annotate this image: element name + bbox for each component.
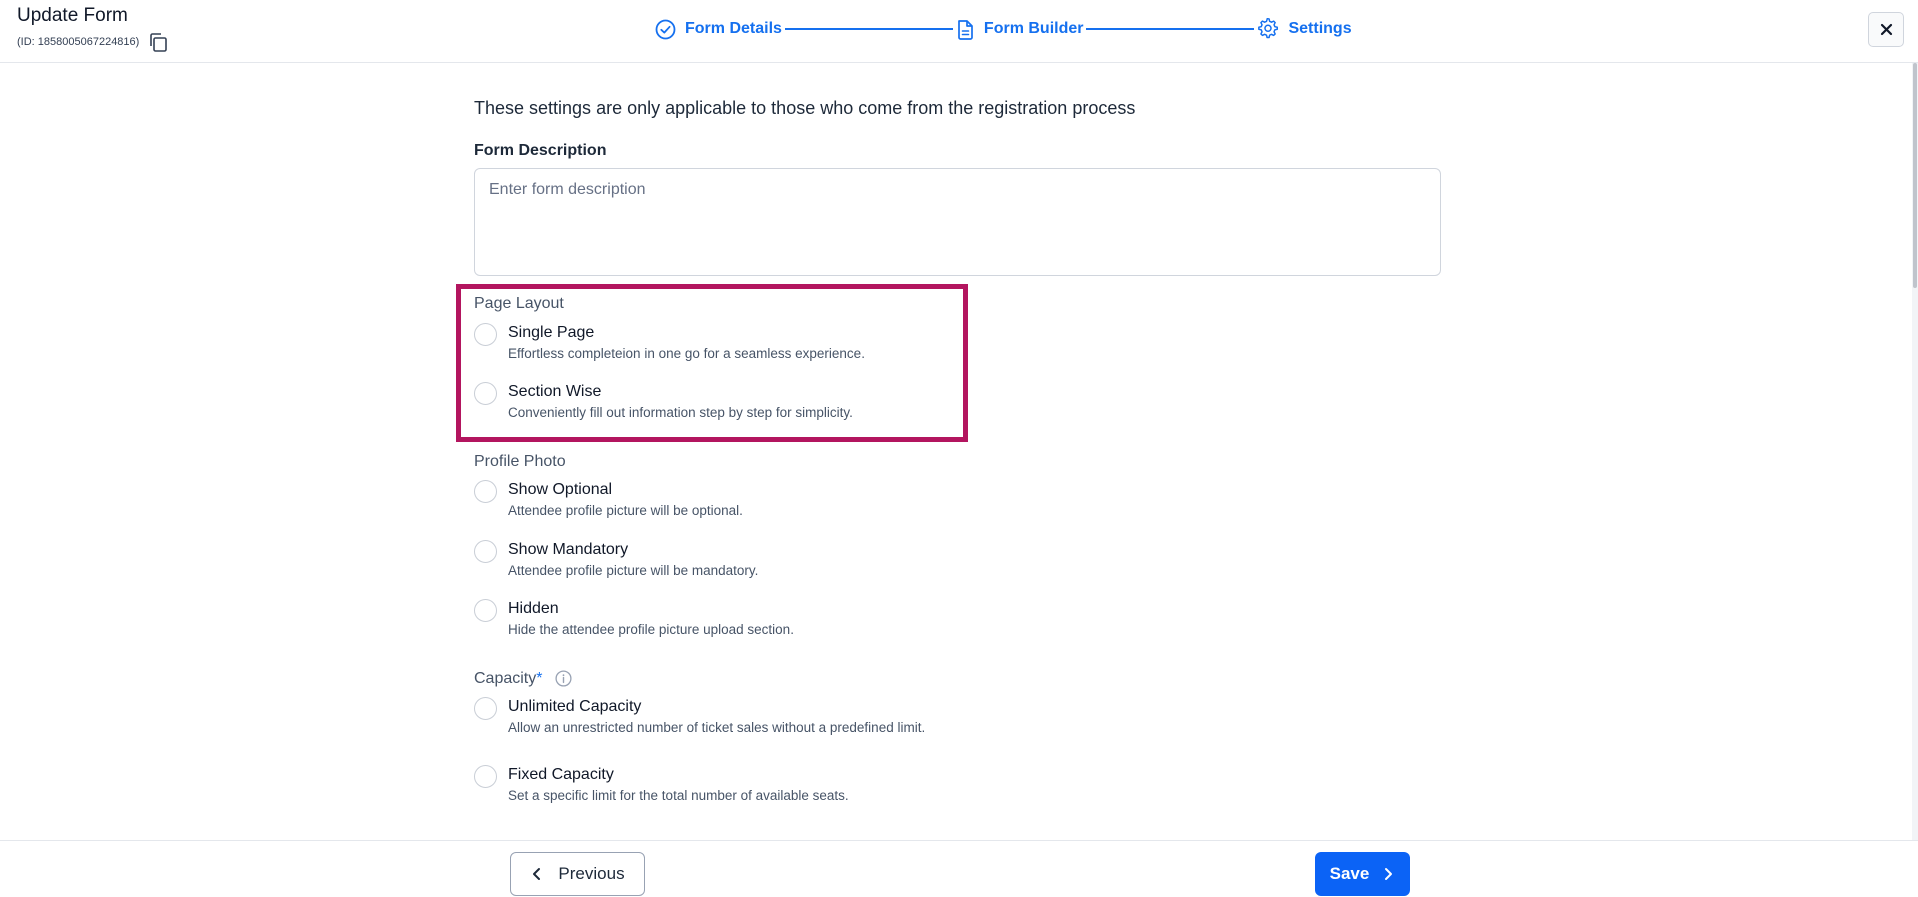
radio-fixed-capacity[interactable]: Fixed Capacity Set a specific limit for … — [474, 764, 849, 803]
page-title: Update Form — [17, 5, 128, 26]
radio-button[interactable] — [474, 323, 497, 346]
option-description: Conveniently fill out information step b… — [508, 405, 853, 420]
step-settings[interactable]: Settings — [1257, 18, 1352, 40]
step-label: Form Builder — [983, 20, 1084, 37]
gear-icon — [1258, 18, 1279, 39]
previous-button[interactable]: Previous — [510, 852, 645, 896]
capacity-label: Capacity* — [474, 670, 572, 688]
form-stepper: Form Details Form Builder Settings — [655, 15, 1352, 43]
chevron-right-icon — [1385, 868, 1393, 880]
option-title: Single Page — [508, 324, 595, 341]
content-scrollbar[interactable] — [1912, 63, 1918, 840]
option-description: Allow an unrestricted number of ticket s… — [508, 720, 926, 735]
info-icon[interactable] — [555, 670, 572, 687]
close-button[interactable] — [1868, 12, 1904, 47]
step-label: Form Details — [685, 20, 782, 37]
capacity-label-text: Capacity — [474, 670, 537, 687]
required-mark: * — [536, 670, 543, 687]
option-title: Show Optional — [508, 481, 613, 498]
radio-hidden[interactable]: Hidden Hide the attendee profile picture… — [474, 598, 794, 637]
document-icon — [958, 19, 973, 40]
form-id-row: (ID: 1858005067224816) — [17, 31, 170, 53]
settings-intro-text: These settings are only applicable to th… — [474, 98, 1136, 118]
scrollbar-thumb[interactable] — [1913, 63, 1917, 288]
radio-section-wise[interactable]: Section Wise Conveniently fill out infor… — [474, 381, 853, 420]
radio-button[interactable] — [474, 599, 497, 622]
radio-show-optional[interactable]: Show Optional Attendee profile picture w… — [474, 479, 743, 518]
form-id: (ID: 1858005067224816) — [17, 36, 140, 48]
radio-show-mandatory[interactable]: Show Mandatory Attendee profile picture … — [474, 539, 758, 578]
radio-button[interactable] — [474, 540, 497, 563]
save-label: Save — [1329, 864, 1370, 883]
radio-button[interactable] — [474, 382, 497, 405]
option-title: Fixed Capacity — [508, 766, 614, 783]
option-title: Section Wise — [508, 383, 602, 400]
radio-single-page[interactable]: Single Page Effortless completeion in on… — [474, 322, 865, 361]
profile-photo-label: Profile Photo — [474, 453, 566, 470]
option-description: Attendee profile picture will be optiona… — [508, 503, 743, 518]
radio-button[interactable] — [474, 765, 497, 788]
step-label: Settings — [1288, 20, 1352, 37]
option-title: Show Mandatory — [508, 541, 629, 558]
form-description-label: Form Description — [474, 142, 607, 159]
step-connector — [784, 28, 953, 30]
check-circle-icon — [655, 19, 676, 39]
option-description: Set a specific limit for the total numbe… — [508, 788, 849, 803]
step-connector — [1086, 28, 1255, 30]
option-title: Hidden — [508, 600, 559, 617]
radio-button[interactable] — [474, 697, 497, 720]
page-layout-label: Page Layout — [474, 295, 564, 312]
radio-button[interactable] — [474, 480, 497, 503]
form-description-input[interactable] — [474, 168, 1441, 276]
radio-unlimited-capacity[interactable]: Unlimited Capacity Allow an unrestricted… — [474, 696, 925, 735]
option-description: Hide the attendee profile picture upload… — [508, 622, 794, 637]
option-description: Attendee profile picture will be mandato… — [508, 563, 759, 578]
previous-label: Previous — [558, 864, 625, 883]
footer-bar: Previous Save — [0, 840, 1918, 897]
copy-icon[interactable] — [146, 31, 170, 53]
close-icon — [1880, 23, 1892, 36]
option-title: Unlimited Capacity — [508, 698, 642, 715]
step-form-builder[interactable]: Form Builder — [956, 19, 1084, 40]
option-description: Effortless completeion in one go for a s… — [508, 346, 865, 361]
save-button[interactable]: Save — [1315, 852, 1410, 896]
top-header: Update Form (ID: 1858005067224816) Form … — [0, 0, 1918, 63]
chevron-left-icon — [533, 868, 541, 880]
step-form-details[interactable]: Form Details — [655, 19, 782, 40]
